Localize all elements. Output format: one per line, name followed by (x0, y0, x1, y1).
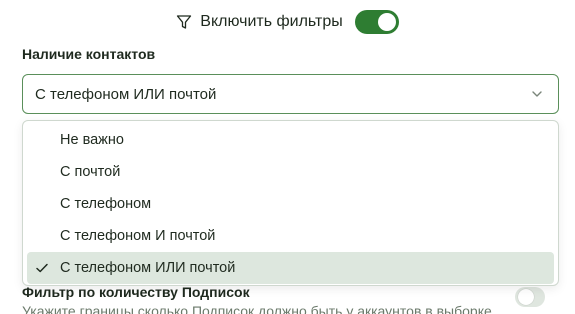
switch-knob (518, 289, 534, 305)
contacts-section-title: Наличие контактов (22, 46, 156, 62)
option-label: С телефоном ИЛИ почтой (60, 260, 236, 276)
filters-toggle-label: Включить фильтры (200, 13, 343, 30)
option-label: С телефоном (60, 196, 152, 212)
chevron-down-icon (530, 87, 544, 101)
subscriptions-filter-title: Фильтр по количеству Подписок (22, 284, 250, 300)
option-label: С почтой (60, 164, 121, 180)
dropdown-option-any[interactable]: Не важно (27, 124, 554, 156)
contacts-select-value: С телефоном ИЛИ почтой (35, 85, 217, 103)
filters-toggle-row: Включить фильтры (0, 6, 575, 38)
subscriptions-filter-description: Укажите границы сколько Подписок должно … (22, 303, 492, 314)
dropdown-option-email[interactable]: С почтой (27, 156, 554, 188)
contacts-select[interactable]: С телефоном ИЛИ почтой (22, 74, 559, 114)
option-label: С телефоном И почтой (60, 228, 216, 244)
dropdown-option-phone-or-email[interactable]: С телефоном ИЛИ почтой (27, 252, 554, 284)
contacts-dropdown-menu: Не важно С почтой С телефоном С телефоно… (22, 120, 559, 286)
option-label: Не важно (60, 132, 124, 148)
check-icon (35, 261, 49, 275)
filters-panel: Включить фильтры Наличие контактов С тел… (0, 0, 575, 314)
subscriptions-filter-switch[interactable] (515, 287, 545, 307)
dropdown-option-phone-and-email[interactable]: С телефоном И почтой (27, 220, 554, 252)
switch-knob (377, 13, 396, 31)
filter-icon (176, 14, 192, 30)
dropdown-option-phone[interactable]: С телефоном (27, 188, 554, 220)
filters-toggle-switch[interactable] (354, 10, 399, 34)
